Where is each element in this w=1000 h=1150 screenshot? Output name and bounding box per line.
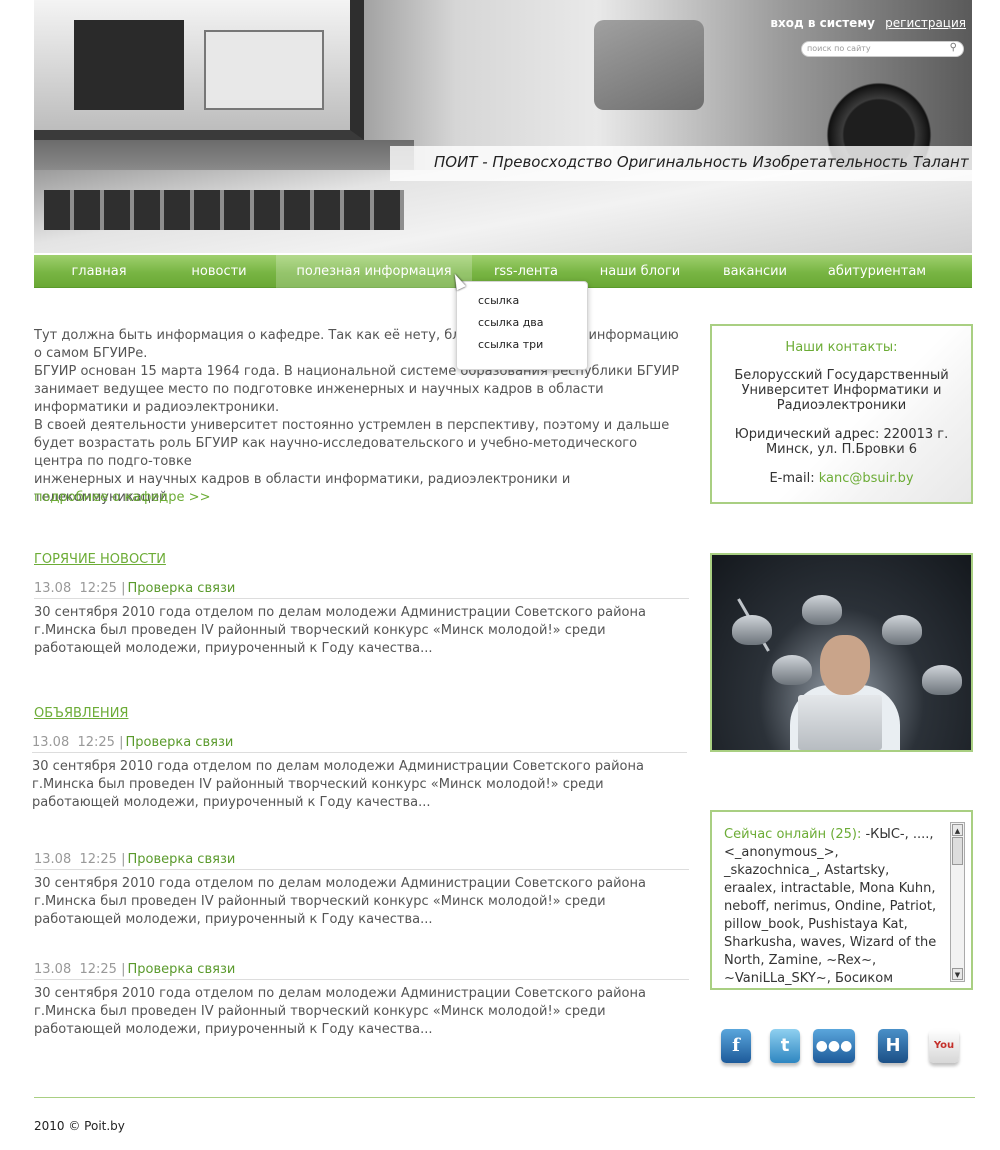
- nav-item-home[interactable]: главная: [59, 255, 139, 288]
- nav-item-useful-info[interactable]: полезная информация: [276, 255, 472, 288]
- footer-copyright: 2010 © Poit.by: [34, 1119, 125, 1133]
- slogan: ПОИТ - Превосходство Оригинальность Изоб…: [390, 146, 972, 181]
- announcement-link[interactable]: Проверка связи: [127, 852, 235, 867]
- online-label: Сейчас онлайн (25):: [724, 827, 862, 842]
- youtube-icon[interactable]: You: [929, 1029, 959, 1063]
- announcement-body: 30 сентября 2010 года отделом по делам м…: [34, 876, 646, 927]
- announcement-meta: 13.08 12:25 | Проверка связи: [34, 852, 689, 870]
- twitter-icon[interactable]: t: [770, 1029, 800, 1063]
- contacts-org: Белорусский Государственный Университет …: [734, 368, 949, 413]
- scroll-up-icon[interactable]: ▲: [952, 824, 963, 836]
- dock-image: [34, 140, 414, 170]
- nav-item-vacancies[interactable]: вакансии: [714, 255, 796, 288]
- announcement-meta: 13.08 12:25 | Проверка связи: [32, 735, 687, 753]
- scroll-thumb[interactable]: [952, 837, 963, 865]
- online-users-box: Сейчас онлайн (25): -КЫС-, ...., <_anony…: [710, 810, 973, 990]
- nav-item-applicants[interactable]: абитуриентам: [824, 255, 930, 288]
- about-paragraph-2: БГУИР основан 15 марта 1964 года. В наци…: [34, 364, 680, 415]
- auth-links: вход в систему регистрация: [770, 16, 966, 30]
- online-scrollbar[interactable]: ▲ ▼: [950, 822, 965, 982]
- laptop-icon: [798, 695, 882, 750]
- announcement-meta: 13.08 12:25 | Проверка связи: [34, 962, 689, 980]
- myspace-icon[interactable]: ●●●: [813, 1029, 855, 1063]
- contacts-email-row: E-mail: kanc@bsuir.by: [712, 471, 971, 486]
- register-link[interactable]: регистрация: [885, 16, 966, 30]
- login-link[interactable]: вход в систему: [770, 16, 875, 30]
- search-placeholder: поиск по сайту: [807, 44, 871, 53]
- hyves-icon[interactable]: H: [878, 1029, 908, 1063]
- news-meta: 13.08 12:25 | Проверка связи: [34, 581, 689, 599]
- contacts-address: Юридический адрес: 220013 г. Минск, ул. …: [734, 427, 949, 457]
- announcements-title[interactable]: ОБЪЯВЛЕНИЯ: [34, 706, 128, 721]
- header-banner: вход в систему регистрация поиск по сайт…: [34, 0, 972, 253]
- laptop-screen-image: [34, 0, 364, 140]
- keys-image: [44, 190, 404, 230]
- announcement-date: 13.08: [34, 962, 72, 977]
- person-head: [820, 635, 870, 695]
- nav-item-news[interactable]: новости: [179, 255, 259, 288]
- announcement-link[interactable]: Проверка связи: [127, 962, 235, 977]
- contacts-box: Наши контакты: Белорусский Государственн…: [710, 324, 973, 504]
- about-paragraph-3: В своей деятельности университет постоян…: [34, 418, 670, 469]
- nav-item-blogs[interactable]: наши блоги: [594, 255, 686, 288]
- dropdown-item-link1[interactable]: ссылка: [478, 294, 587, 316]
- announcement-time: 12:25: [79, 852, 117, 867]
- announcement-body: 30 сентября 2010 года отделом по делам м…: [34, 986, 646, 1037]
- search-input[interactable]: поиск по сайту ⚲: [801, 41, 964, 57]
- hot-news-title[interactable]: ГОРЯЧИЕ НОВОСТИ: [34, 552, 166, 567]
- lamp-icon: [922, 665, 962, 695]
- scroll-down-icon[interactable]: ▼: [952, 968, 963, 980]
- news-body: 30 сентября 2010 года отделом по делам м…: [34, 605, 646, 656]
- lamp-icon: [732, 615, 772, 645]
- email-link[interactable]: kanc@bsuir.by: [819, 471, 914, 486]
- announcement-date: 13.08: [32, 735, 70, 750]
- news-time: 12:25: [79, 581, 117, 596]
- dropdown-item-link2[interactable]: ссылка два: [478, 316, 587, 338]
- announcement-time: 12:25: [79, 962, 117, 977]
- nav-dropdown: ссылка ссылка два ссылка три: [456, 281, 588, 370]
- online-users: -КЫС-, ...., <_anonymous_>, _skazochnica…: [724, 827, 937, 986]
- dropdown-item-link3[interactable]: ссылка три: [478, 338, 587, 360]
- announcement-time: 12:25: [77, 735, 115, 750]
- announcement-body: 30 сентября 2010 года отделом по делам м…: [32, 759, 644, 810]
- contacts-title: Наши контакты:: [785, 340, 898, 355]
- news-link[interactable]: Проверка связи: [127, 581, 235, 596]
- student-photo: [710, 553, 973, 752]
- pen-holder-image: [594, 20, 704, 110]
- footer-divider: [34, 1097, 975, 1098]
- announcement-link[interactable]: Проверка связи: [125, 735, 233, 750]
- announcement-date: 13.08: [34, 852, 72, 867]
- lamp-icon: [772, 655, 812, 685]
- facebook-icon[interactable]: f: [721, 1029, 751, 1063]
- lamp-icon: [802, 595, 842, 625]
- lamp-icon: [882, 615, 922, 645]
- more-about-link[interactable]: подробнее о кафедре >>: [34, 489, 210, 507]
- email-label: E-mail:: [769, 471, 815, 486]
- news-date: 13.08: [34, 581, 72, 596]
- search-icon[interactable]: ⚲: [950, 42, 957, 53]
